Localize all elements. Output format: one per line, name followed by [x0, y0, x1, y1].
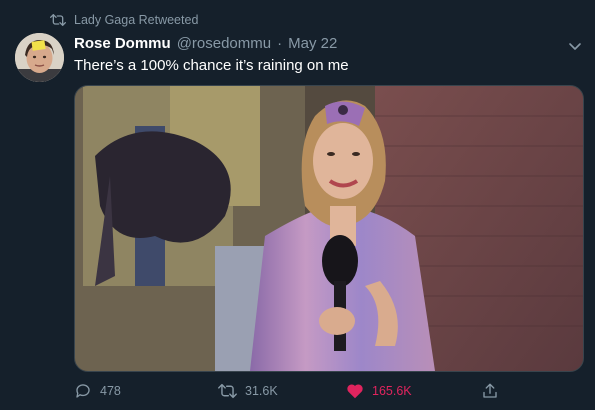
- like-count: 165.6K: [372, 384, 412, 398]
- reply-button[interactable]: 478: [74, 380, 121, 402]
- tweet-media-photo[interactable]: [74, 85, 584, 372]
- chevron-down-icon[interactable]: [567, 38, 583, 54]
- like-button[interactable]: 165.6K: [346, 380, 412, 402]
- header-separator: ·: [277, 35, 283, 52]
- tweet-text: There’s a 100% chance it’s raining on me: [74, 57, 349, 74]
- retweet-button[interactable]: 31.6K: [218, 380, 278, 402]
- share-icon: [481, 382, 499, 400]
- avatar[interactable]: [15, 33, 64, 82]
- reply-count: 478: [100, 384, 121, 398]
- tweet-date[interactable]: May 22: [288, 35, 337, 52]
- user-handle[interactable]: @rosedommu: [177, 35, 271, 52]
- display-name[interactable]: Rose Dommu: [74, 35, 171, 52]
- tweet-actions: 478 31.6K 165.6K: [74, 380, 582, 402]
- retweet-icon: [218, 383, 237, 399]
- heart-icon: [346, 383, 364, 399]
- retweet-count: 31.6K: [245, 384, 278, 398]
- retweet-icon: [50, 13, 66, 27]
- retweet-context[interactable]: Lady Gaga Retweeted: [50, 13, 198, 27]
- share-button[interactable]: [481, 380, 499, 402]
- retweet-context-label: Lady Gaga Retweeted: [74, 13, 199, 27]
- tweet-header: Rose Dommu @rosedommu · May 22: [74, 35, 337, 52]
- reply-icon: [74, 382, 92, 400]
